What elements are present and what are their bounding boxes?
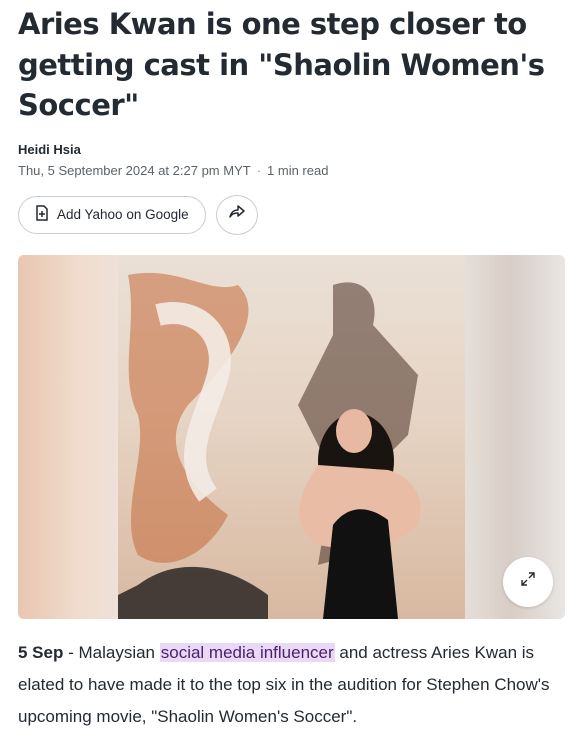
publish-timestamp: Thu, 5 September 2024 at 2:27 pm MYT (18, 162, 251, 178)
add-yahoo-on-google-label: Add Yahoo on Google (57, 207, 189, 222)
expand-image-button[interactable] (503, 556, 553, 607)
author-name[interactable]: Heidi Hsia (18, 142, 566, 157)
headline: Aries Kwan is one step closer to getting… (18, 7, 545, 122)
share-arrow-icon (228, 205, 245, 224)
body-text-lead: - Malaysian (63, 642, 160, 662)
add-yahoo-on-google-button[interactable]: Add Yahoo on Google (18, 195, 206, 234)
poster-artwork (118, 272, 421, 619)
read-time: 1 min read (267, 162, 329, 178)
article: Aries Kwan is one step closer to getting… (18, 0, 566, 750)
article-body-paragraph: 5 Sep - Malaysian social media influence… (18, 637, 566, 733)
article-photo[interactable] (18, 254, 565, 619)
document-plus-icon (35, 205, 49, 224)
expand-arrows-icon (521, 572, 535, 591)
social-media-influencer-link[interactable]: social media influencer (159, 642, 335, 662)
article-actions: Add Yahoo on Google (18, 194, 566, 235)
article-meta: Thu, 5 September 2024 at 2:27 pm MYT · 1… (18, 163, 566, 178)
share-button[interactable] (215, 194, 258, 235)
movie-poster-backdrop (118, 254, 465, 619)
meta-separator: · (256, 162, 262, 178)
dateline: 5 Sep (18, 642, 64, 662)
